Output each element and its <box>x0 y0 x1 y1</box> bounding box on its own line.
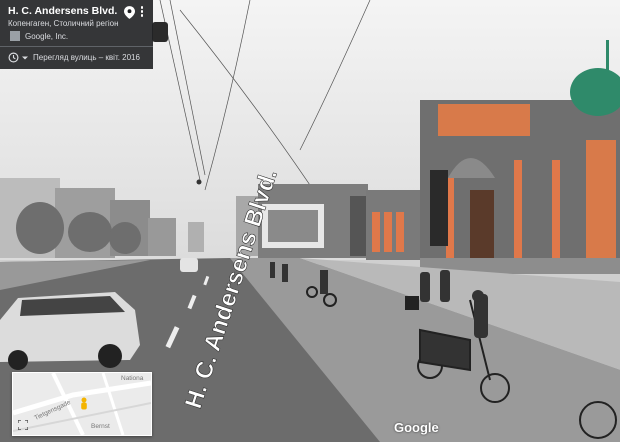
camera-icon <box>10 31 20 41</box>
location-subtitle: Копенгаген, Столичний регіон <box>8 19 119 28</box>
capture-date-selector[interactable]: Перегляд вулиць – квіт. 2016 <box>8 52 140 63</box>
capture-date-text: Перегляд вулиць – квіт. 2016 <box>33 53 140 62</box>
more-vert-icon[interactable] <box>139 6 145 18</box>
mini-map-label: Nationa <box>121 375 144 382</box>
pegman-icon[interactable] <box>79 397 89 411</box>
divider <box>0 46 153 47</box>
mini-map[interactable]: Nationa Tietgensgade Bernst <box>12 372 152 436</box>
attribution-row[interactable]: Google, Inc. <box>10 31 68 41</box>
history-icon <box>8 52 19 63</box>
attribution-text: Google, Inc. <box>25 31 69 41</box>
location-title: H. C. Andersens Blvd. <box>8 5 118 17</box>
expand-icon[interactable] <box>18 420 28 430</box>
location-info-card: H. C. Andersens Blvd. Копенгаген, Столич… <box>0 0 153 69</box>
google-logo: Google <box>394 420 439 435</box>
mini-map-label: Bernst <box>91 423 110 430</box>
chevron-down-icon <box>22 56 28 59</box>
map-pin-icon[interactable] <box>124 6 135 19</box>
